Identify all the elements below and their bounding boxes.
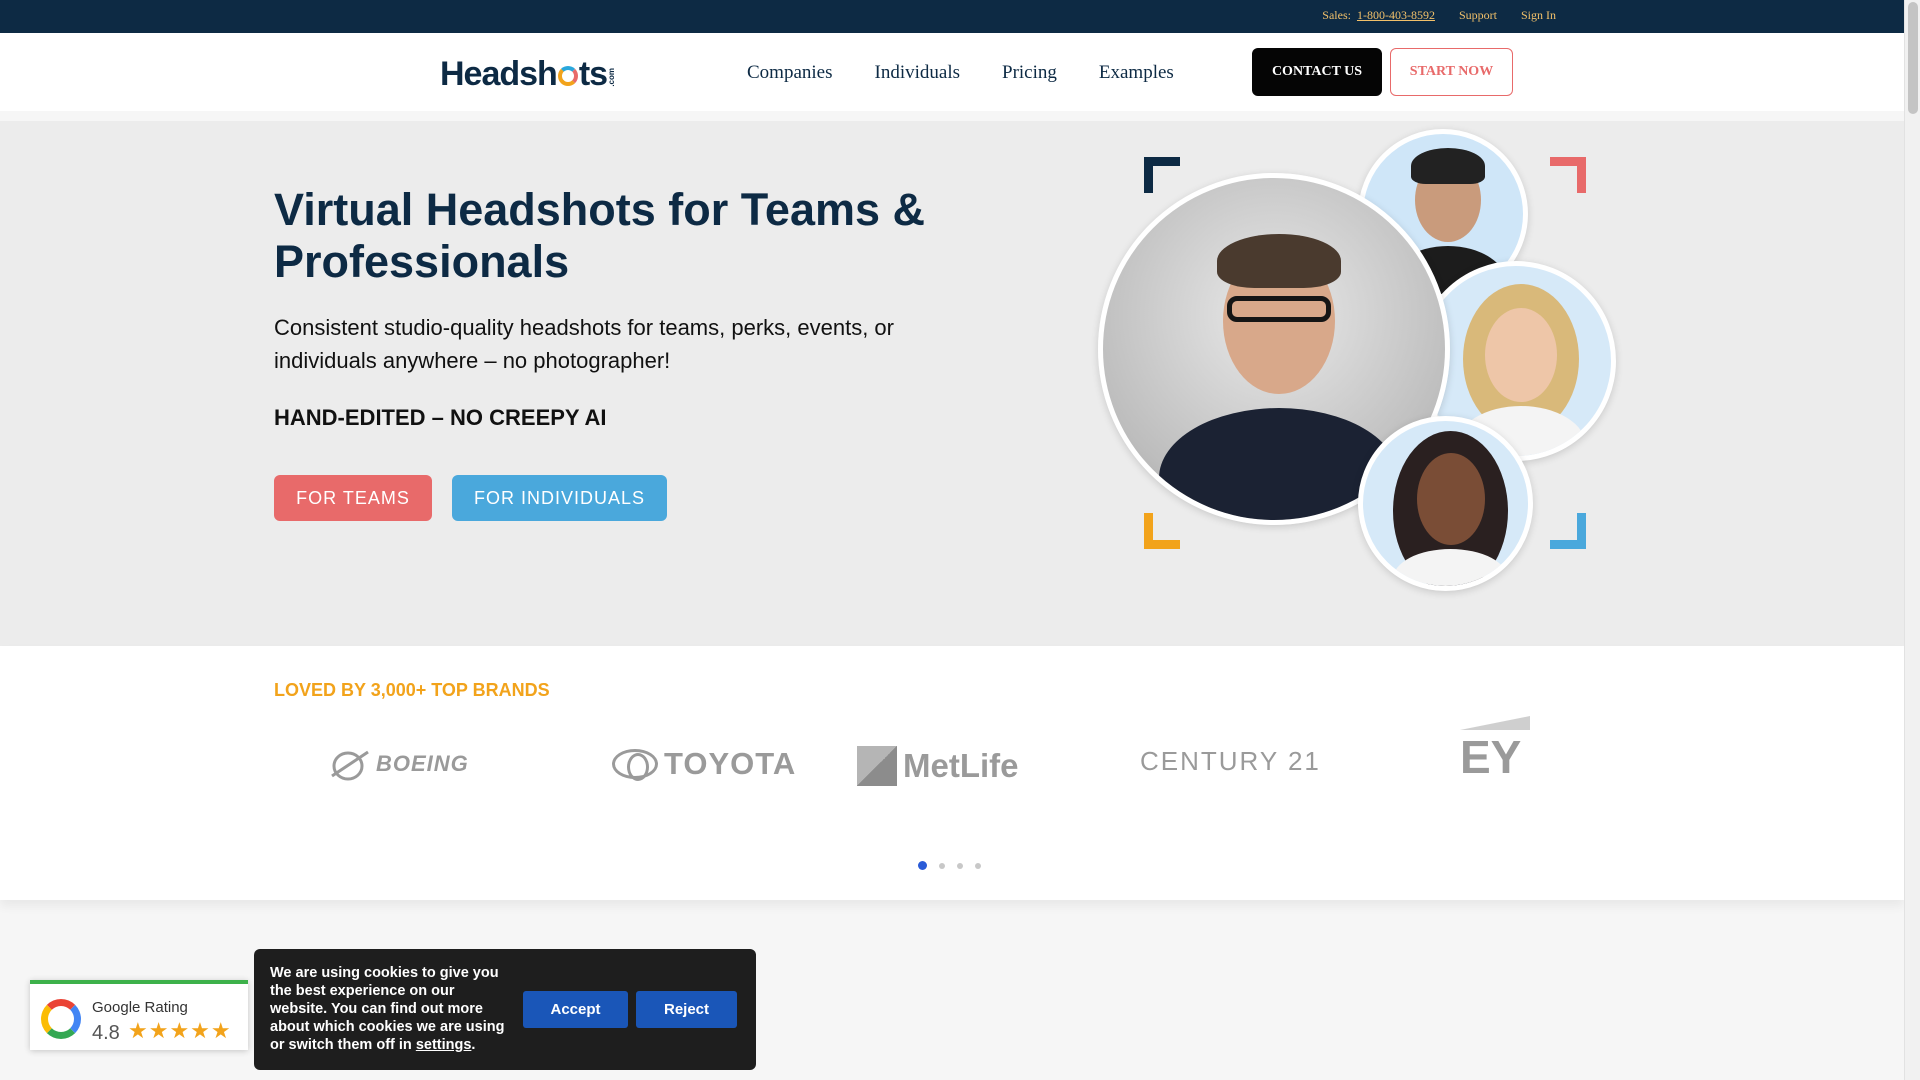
boeing-logo: BOEING	[330, 746, 469, 782]
corner-bracket-navy	[1144, 157, 1180, 193]
logo-text-left: Headsh	[440, 55, 558, 93]
ey-wordmark: EY	[1460, 731, 1522, 783]
hero-subtitle: Consistent studio-quality headshots for …	[274, 315, 894, 373]
carousel-dot-3[interactable]	[957, 862, 963, 869]
toyota-logo: TOYOTA	[612, 746, 796, 782]
sales-label: Sales:	[1322, 8, 1351, 22]
carousel-dot-1[interactable]	[918, 861, 927, 870]
google-rating-label: Google Rating	[92, 999, 188, 1016]
sales-phone-link[interactable]: 1-800-403-8592	[1357, 8, 1435, 23]
hero-section: Virtual Headshots for Teams & Profession…	[0, 121, 1904, 646]
cookie-settings-link[interactable]: settings	[416, 1037, 472, 1053]
support-link[interactable]: Support	[1459, 8, 1497, 23]
portrait-woman-braids	[1358, 416, 1533, 591]
boeing-swoosh-icon	[331, 750, 369, 781]
rating-stars-icon: ★★★★★	[128, 1018, 232, 1043]
logo-suffix: .com	[607, 68, 617, 87]
toyota-emblem-icon	[612, 749, 658, 781]
corner-bracket-coral	[1550, 157, 1586, 193]
contact-us-button[interactable]: CONTACT US	[1252, 48, 1382, 96]
hero-title: Virtual Headshots for Teams & Profession…	[274, 184, 926, 287]
metlife-wordmark: MetLife	[903, 747, 1019, 784]
google-rating-badge[interactable]: Google Rating 4.8 ★★★★★	[30, 980, 248, 1050]
cookie-reject-button[interactable]: Reject	[636, 991, 737, 1028]
century21-logo: CENTURY 21	[1140, 746, 1321, 777]
hero-tagline: HAND-EDITED – NO CREEPY AI	[274, 405, 607, 430]
nav-pricing[interactable]: Pricing	[1002, 62, 1057, 84]
nav-companies[interactable]: Companies	[747, 62, 833, 84]
page-scrollbar[interactable]	[1904, 0, 1920, 1080]
ey-logo: EY	[1460, 716, 1530, 784]
for-individuals-button[interactable]: FOR INDIVIDUALS	[452, 475, 667, 521]
main-nav: Companies Individuals Pricing Examples	[747, 62, 1174, 84]
metlife-logo: MetLife	[857, 746, 1019, 786]
boeing-wordmark: BOEING	[376, 751, 469, 776]
hero-portraits	[1090, 121, 1630, 601]
carousel-dot-4[interactable]	[975, 862, 981, 869]
site-header: Headsh ts.com Companies Individuals Prici…	[0, 33, 1904, 111]
brands-section: LOVED BY 3,000+ TOP BRANDS BOEING TOYOTA…	[0, 646, 1904, 900]
google-rating-score: 4.8	[92, 1022, 120, 1044]
cookie-banner: We are using cookies to give you the bes…	[254, 949, 756, 1070]
sign-in-link[interactable]: Sign In	[1521, 8, 1556, 23]
cookie-message-period: .	[471, 1037, 476, 1053]
google-g-icon	[41, 999, 81, 1039]
corner-bracket-blue	[1550, 513, 1586, 549]
century21-wordmark: CENTURY 21	[1140, 746, 1321, 776]
logo-ring-icon	[557, 66, 578, 86]
nav-examples[interactable]: Examples	[1099, 62, 1174, 84]
top-bar-links: Sales: 1-800-403-8592 Support Sign In	[1322, 8, 1556, 23]
ey-beam-icon	[1460, 716, 1530, 730]
top-bar: Sales: 1-800-403-8592 Support Sign In	[0, 0, 1904, 33]
nav-individuals[interactable]: Individuals	[875, 62, 961, 84]
logo-text-right: ts	[578, 55, 608, 93]
for-teams-button[interactable]: FOR TEAMS	[274, 475, 432, 521]
toyota-wordmark: TOYOTA	[664, 746, 797, 781]
brands-heading: LOVED BY 3,000+ TOP BRANDS	[274, 680, 550, 700]
carousel-dot-2[interactable]	[939, 862, 945, 869]
cookie-accept-button[interactable]: Accept	[523, 991, 628, 1028]
carousel-dots	[918, 861, 981, 870]
scrollbar-thumb[interactable]	[1908, 2, 1918, 114]
metlife-emblem-icon	[857, 746, 897, 786]
cookie-message: We are using cookies to give you the bes…	[270, 964, 515, 1054]
headshots-logo[interactable]: Headsh ts.com	[440, 55, 616, 94]
start-now-button[interactable]: START NOW	[1390, 48, 1513, 96]
